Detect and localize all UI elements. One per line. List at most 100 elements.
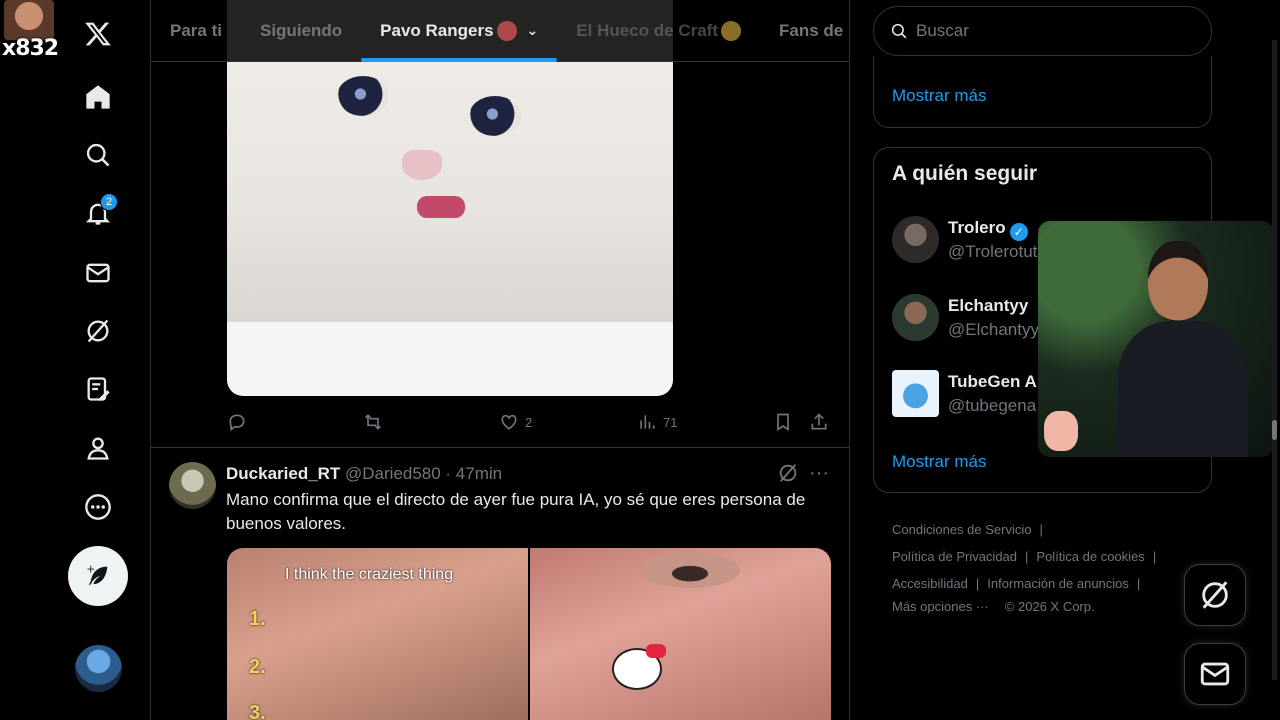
streamer-body bbox=[1118, 321, 1248, 457]
follow-name-text: Trolero bbox=[948, 218, 1006, 237]
follow-handle: @tubegena bbox=[948, 396, 1037, 415]
profile-icon[interactable] bbox=[72, 422, 124, 474]
tweet-media-image-left[interactable]: I think the craziest thing 1. 2. 3. bbox=[227, 548, 528, 720]
feather-icon: + bbox=[86, 564, 108, 586]
search-box[interactable] bbox=[873, 6, 1212, 56]
follow-name[interactable]: Elchantyy bbox=[948, 296, 1028, 316]
active-tab-indicator bbox=[361, 57, 558, 62]
media-number: 3. bbox=[249, 702, 266, 720]
follow-handle: @Trolerotut bbox=[948, 242, 1038, 261]
tweet-author-avatar[interactable] bbox=[169, 462, 216, 509]
mail-icon bbox=[1200, 662, 1230, 686]
premium-edit-icon[interactable] bbox=[72, 363, 124, 415]
media-number: 1. bbox=[249, 608, 266, 630]
x-logo-icon[interactable] bbox=[72, 8, 124, 60]
footer-accessibility-link[interactable]: Accesibilidad bbox=[892, 576, 968, 591]
follow-avatar[interactable] bbox=[892, 216, 939, 263]
views-button[interactable]: 71 bbox=[637, 412, 677, 432]
verified-badge-icon: ✓ bbox=[1009, 223, 1028, 241]
scrollbar-thumb[interactable] bbox=[1272, 420, 1277, 440]
left-navigation: x832 2 + bbox=[0, 0, 150, 720]
tab-label: Para ti bbox=[170, 20, 222, 40]
more-options-icon[interactable] bbox=[72, 481, 124, 533]
messages-mail-icon[interactable] bbox=[72, 247, 124, 299]
heart-icon bbox=[501, 414, 517, 430]
reply-button[interactable] bbox=[227, 412, 247, 432]
footer-cookies-link[interactable]: Política de cookies bbox=[1036, 549, 1144, 564]
tab-para-ti[interactable]: Para ti bbox=[151, 0, 241, 62]
like-count: 2 bbox=[525, 414, 533, 430]
streamer-head bbox=[1148, 241, 1208, 321]
reply-icon bbox=[229, 414, 245, 432]
search-icon[interactable] bbox=[72, 129, 124, 181]
tweet-media-grid[interactable]: I think the craziest thing 1. 2. 3. bbox=[227, 548, 831, 720]
hello-kitty-bow bbox=[646, 644, 666, 658]
tab-label: Fans de bbox=[778, 20, 844, 40]
messages-floating-button[interactable] bbox=[1184, 643, 1246, 705]
views-count: 71 bbox=[663, 414, 678, 430]
media-overlay-text: I think the craziest thing bbox=[285, 566, 454, 583]
cat-nose bbox=[402, 150, 442, 180]
page-scrollbar[interactable] bbox=[1272, 40, 1277, 680]
compose-post-button[interactable]: + bbox=[68, 546, 128, 606]
tab-label: El Hueco de Craft bbox=[576, 20, 718, 40]
follow-avatar[interactable] bbox=[892, 294, 939, 341]
trends-card: Mostrar más bbox=[873, 56, 1212, 128]
notifications-bell-icon[interactable]: 2 bbox=[72, 187, 124, 239]
tab-siguiendo[interactable]: Siguiendo bbox=[241, 0, 361, 62]
footer-privacy-link[interactable]: Política de Privacidad bbox=[892, 549, 1017, 564]
repost-icon bbox=[364, 414, 382, 430]
tab-fans-de[interactable]: Fans de bbox=[760, 0, 849, 62]
tab-el-hueco-de-craft[interactable]: El Hueco de Craft bbox=[557, 0, 760, 62]
tweet-media-image-right[interactable] bbox=[530, 548, 831, 720]
streamer-facecam: x832 bbox=[0, 0, 58, 58]
tweet-author-handle[interactable]: @Daried580 · 47min bbox=[345, 464, 502, 484]
share-icon bbox=[811, 413, 827, 430]
repost-button[interactable] bbox=[363, 412, 383, 432]
tab-emoji-icon bbox=[720, 20, 741, 41]
grok-icon[interactable] bbox=[72, 305, 124, 357]
tab-pavo-rangers[interactable]: Pavo Rangers ⌄ bbox=[361, 0, 558, 62]
footer-ads-info-link[interactable]: Información de anuncios bbox=[987, 576, 1129, 591]
timeline-tabs: Para ti Siguiendo Pavo Rangers ⌄ El Huec… bbox=[151, 0, 849, 62]
grok-icon bbox=[1202, 581, 1228, 609]
footer-terms-link[interactable]: Condiciones de Servicio bbox=[892, 522, 1031, 537]
streamer-face bbox=[4, 0, 54, 40]
streamer-webcam-overlay bbox=[1038, 221, 1274, 457]
svg-text:+: + bbox=[86, 564, 95, 576]
timeline-column: Para ti Siguiendo Pavo Rangers ⌄ El Huec… bbox=[150, 0, 850, 720]
cat-eye bbox=[469, 96, 521, 136]
follow-name[interactable]: Trolero ✓ bbox=[948, 218, 1028, 241]
chevron-down-icon[interactable]: ⌄ bbox=[527, 22, 539, 39]
grok-floating-button[interactable] bbox=[1184, 564, 1246, 626]
tab-label: Pavo Rangers bbox=[380, 20, 494, 40]
tab-emoji-icon bbox=[496, 20, 517, 41]
home-icon[interactable] bbox=[72, 71, 124, 123]
footer-more-options-link[interactable]: Más opciones ··· bbox=[892, 599, 989, 614]
search-icon bbox=[891, 23, 907, 39]
show-more-link[interactable]: Mostrar más bbox=[892, 452, 986, 472]
grok-explain-icon[interactable] bbox=[777, 462, 801, 486]
footer-copyright: © 2026 X Corp. bbox=[1004, 599, 1095, 614]
stream-tag: x832 bbox=[2, 36, 58, 58]
tab-label: Siguiendo bbox=[259, 20, 343, 40]
tweet[interactable]: Duckaried_RT @Daried580 · 47min ··· Mano… bbox=[151, 448, 849, 720]
follow-avatar[interactable] bbox=[892, 370, 939, 417]
who-to-follow-title: A quién seguir bbox=[892, 162, 1038, 185]
tweet-text: Mano confirma que el directo de ayer fue… bbox=[226, 490, 806, 533]
bookmark-button[interactable] bbox=[773, 412, 793, 432]
share-button[interactable] bbox=[809, 412, 829, 432]
cartoon-sticker bbox=[1044, 411, 1078, 451]
follow-name[interactable]: TubeGen A bbox=[948, 372, 1037, 392]
follow-handle: @Elchantyy bbox=[948, 320, 1039, 339]
footer-links: Condiciones de Servicio | Política de Pri… bbox=[892, 522, 1157, 614]
cat-eye bbox=[337, 76, 389, 116]
tweet-author-name[interactable]: Duckaried_RT bbox=[226, 464, 340, 484]
show-more-link[interactable]: Mostrar más bbox=[892, 86, 986, 106]
search-input[interactable] bbox=[916, 21, 1186, 41]
like-button[interactable]: 2 bbox=[499, 412, 532, 432]
account-avatar[interactable] bbox=[75, 645, 122, 692]
media-number: 2. bbox=[249, 656, 266, 678]
media-eye bbox=[640, 552, 740, 588]
tweet-more-icon[interactable]: ··· bbox=[809, 462, 829, 485]
